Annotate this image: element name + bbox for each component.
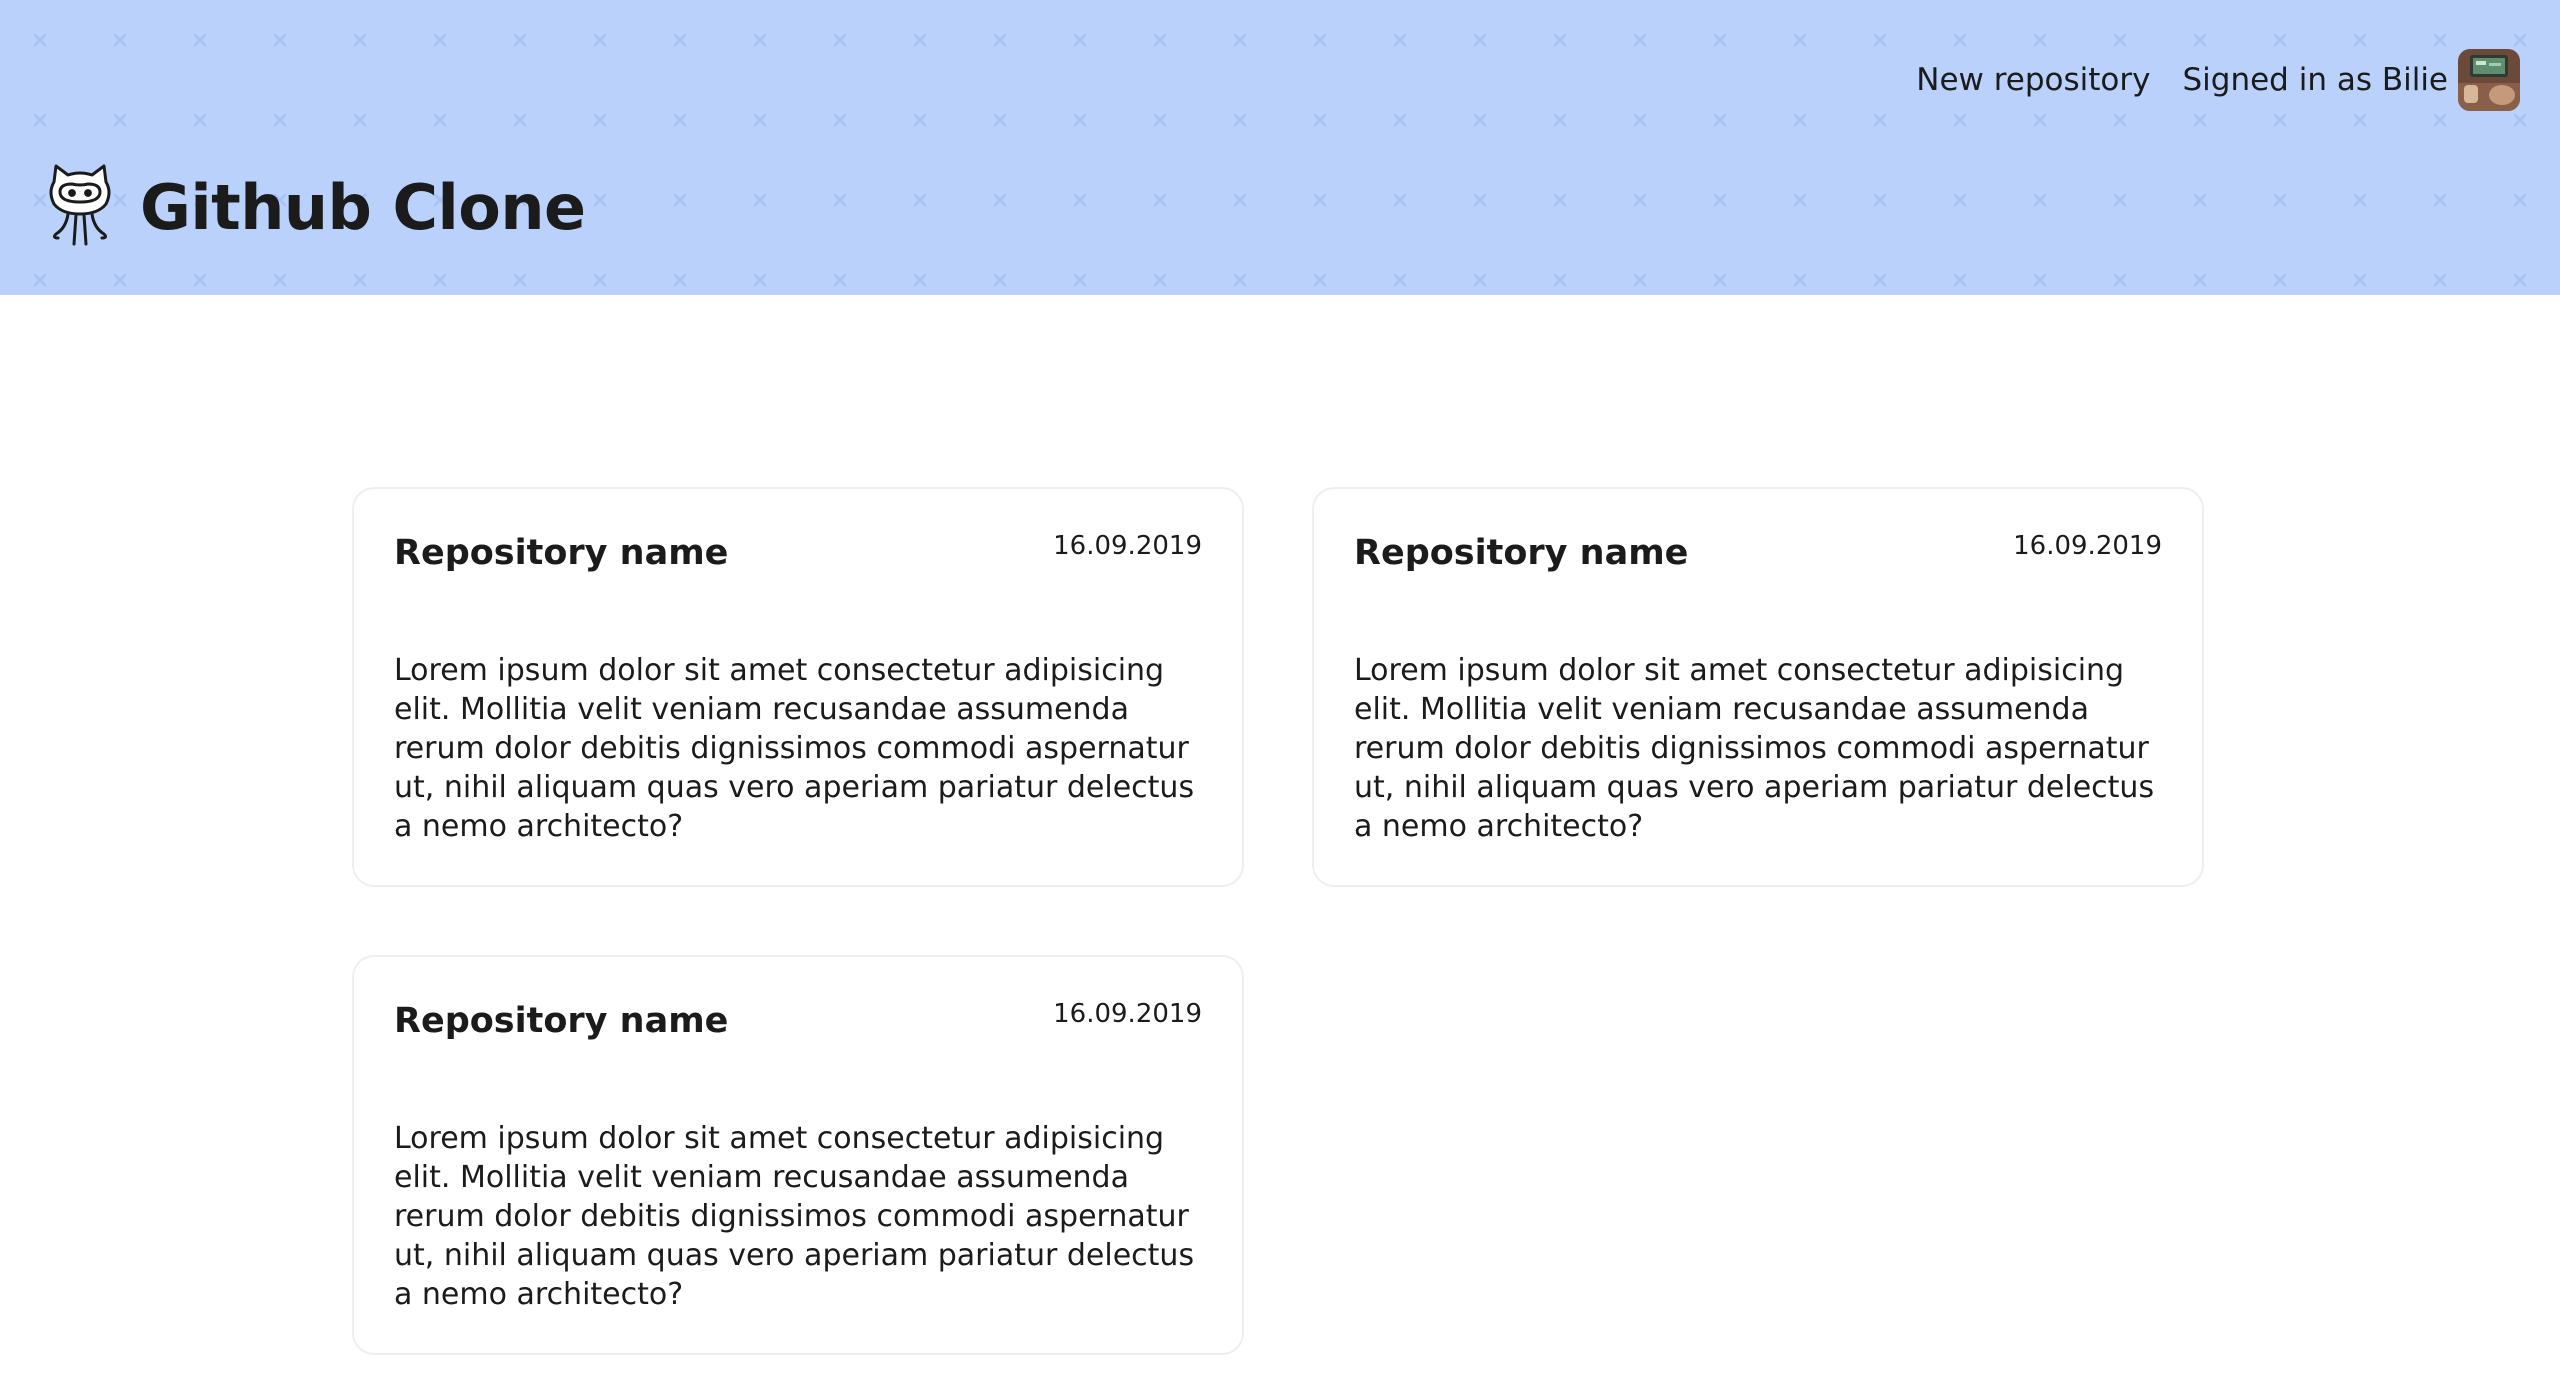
signed-in-label: Signed in as Bilie xyxy=(2182,62,2448,98)
repository-card[interactable]: Repository name 16.09.2019 Lorem ipsum d… xyxy=(352,955,1244,1355)
site-title: Github Clone xyxy=(140,170,586,244)
repository-date: 16.09.2019 xyxy=(1053,531,1202,561)
repository-card[interactable]: Repository name 16.09.2019 Lorem ipsum d… xyxy=(352,487,1244,887)
repository-description: Lorem ipsum dolor sit amet consectetur a… xyxy=(394,1121,1195,1312)
top-nav: New repository Signed in as Bilie xyxy=(1916,49,2520,111)
repository-date: 16.09.2019 xyxy=(2013,531,2162,561)
repository-description: Lorem ipsum dolor sit amet consectetur a… xyxy=(394,653,1195,844)
brand[interactable]: Github Clone xyxy=(44,152,586,262)
repository-date: 16.09.2019 xyxy=(1053,999,1202,1029)
repository-card[interactable]: Repository name 16.09.2019 Lorem ipsum d… xyxy=(1312,487,2204,887)
user-avatar[interactable] xyxy=(2458,49,2520,111)
site-header: New repository Signed in as Bilie Github… xyxy=(0,0,2560,295)
user-menu[interactable]: Signed in as Bilie xyxy=(2182,49,2520,111)
new-repository-link[interactable]: New repository xyxy=(1916,62,2150,98)
repository-description: Lorem ipsum dolor sit amet consectetur a… xyxy=(1354,653,2155,844)
repository-name[interactable]: Repository name xyxy=(1354,533,1688,573)
repository-name[interactable]: Repository name xyxy=(394,1001,728,1041)
repository-name[interactable]: Repository name xyxy=(394,533,728,573)
octocat-icon xyxy=(49,164,111,246)
